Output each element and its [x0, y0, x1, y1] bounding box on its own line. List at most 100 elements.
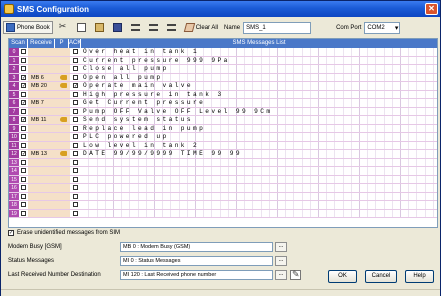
grid-row[interactable]: 7 Pump OFF Valve OFF Level 99 9Cm	[9, 107, 437, 116]
grid-row[interactable]: 14	[9, 167, 437, 176]
receive-address-cell[interactable]	[28, 124, 56, 132]
grid-row[interactable]: 18	[9, 201, 437, 210]
receive-address-cell[interactable]: MB 13	[28, 150, 56, 158]
receive-checkbox[interactable]: ✓	[21, 100, 26, 106]
receive-address-cell[interactable]	[28, 133, 56, 141]
ack-checkbox[interactable]	[73, 168, 78, 174]
receive-checkbox[interactable]	[21, 193, 26, 199]
erase-checkbox[interactable]: ✓	[8, 230, 14, 236]
message-cell[interactable]: DATE 99/99/9999 TIME 99 99	[81, 150, 437, 158]
row-number[interactable]: 13	[9, 158, 19, 166]
delete-row-button[interactable]	[146, 21, 161, 34]
p-cell[interactable]	[56, 201, 70, 209]
receive-address-cell[interactable]	[28, 107, 56, 115]
ack-checkbox[interactable]	[73, 134, 78, 140]
receive-checkbox[interactable]: ✓	[21, 83, 26, 89]
grid-row[interactable]: 0 Over heat in tank 1	[9, 48, 437, 57]
grid-row[interactable]: 2 Close all pump	[9, 65, 437, 74]
move-row-button[interactable]	[164, 21, 179, 34]
message-cell[interactable]: Pump OFF Valve OFF Level 99 9Cm	[81, 107, 437, 115]
message-cell[interactable]: Replace lead in pump	[81, 124, 437, 132]
ack-checkbox[interactable]	[73, 159, 78, 165]
receive-checkbox[interactable]: ✓	[21, 117, 26, 123]
receive-checkbox[interactable]: ✓	[21, 151, 26, 157]
ack-checkbox[interactable]	[73, 185, 78, 191]
edit-icon[interactable]	[290, 269, 301, 280]
ok-button[interactable]: OK	[328, 270, 357, 283]
p-cell[interactable]	[56, 150, 70, 158]
receive-checkbox[interactable]	[21, 57, 26, 63]
receive-address-cell[interactable]: MB 6	[28, 73, 56, 81]
ack-checkbox[interactable]	[73, 57, 78, 63]
row-number[interactable]: 16	[9, 184, 19, 192]
grid-row[interactable]: 6 ✓ MB 7 Get Current pressure	[9, 99, 437, 108]
grid-row[interactable]: 5 High pressure in tank 3	[9, 90, 437, 99]
p-cell[interactable]	[56, 209, 70, 217]
row-number[interactable]: 12	[9, 150, 19, 158]
message-cell[interactable]: Over heat in tank 1	[81, 48, 437, 56]
grid-row[interactable]: 4 ✓ MB 20 ✓ Operate main valve	[9, 82, 437, 91]
modem-busy-field[interactable]: MB 0 : Modem Busy (GSM)	[120, 242, 273, 252]
row-number[interactable]: 9	[9, 124, 19, 132]
paste-button[interactable]	[92, 21, 107, 34]
message-cell[interactable]: High pressure in tank 3	[81, 90, 437, 98]
ack-checkbox[interactable]	[73, 49, 78, 55]
p-cell[interactable]	[56, 175, 70, 183]
message-cell[interactable]	[81, 158, 437, 166]
row-number[interactable]: 6	[9, 99, 19, 107]
row-number[interactable]: 18	[9, 201, 19, 209]
header-ack[interactable]: ACK	[69, 39, 81, 48]
ack-checkbox[interactable]	[73, 151, 78, 157]
ack-checkbox[interactable]	[73, 74, 78, 80]
ack-checkbox[interactable]	[73, 210, 78, 216]
row-number[interactable]: 19	[9, 209, 19, 217]
cancel-button[interactable]: Cancel	[365, 270, 397, 283]
receive-address-cell[interactable]	[28, 192, 56, 200]
message-cell[interactable]	[81, 167, 437, 175]
p-cell[interactable]	[56, 48, 70, 56]
p-cell[interactable]	[56, 107, 70, 115]
clear-all-button[interactable]: Clear All	[182, 21, 221, 34]
receive-checkbox[interactable]: ✓	[21, 74, 26, 80]
ack-checkbox[interactable]: ✓	[73, 83, 78, 89]
grid-row[interactable]: 11 Low level in tank 2	[9, 141, 437, 150]
receive-checkbox[interactable]	[21, 66, 26, 72]
grid-row[interactable]: 17	[9, 192, 437, 201]
ack-checkbox[interactable]	[73, 193, 78, 199]
receive-address-cell[interactable]	[28, 90, 56, 98]
grid-row[interactable]: 8 ✓ MB 11 Send system status	[9, 116, 437, 125]
grid-row[interactable]: 13	[9, 158, 437, 167]
message-cell[interactable]	[81, 209, 437, 217]
receive-checkbox[interactable]	[21, 142, 26, 148]
header-p[interactable]: P	[55, 39, 69, 48]
receive-address-cell[interactable]: MB 11	[28, 116, 56, 124]
row-number[interactable]: 15	[9, 175, 19, 183]
receive-checkbox[interactable]	[21, 49, 26, 55]
status-messages-field[interactable]: MI 0 : Status Messages	[120, 256, 273, 266]
grid-row[interactable]: 3 ✓ MB 6 Open all pump	[9, 73, 437, 82]
p-cell[interactable]	[56, 82, 70, 90]
row-number[interactable]: 14	[9, 167, 19, 175]
ack-checkbox[interactable]	[73, 100, 78, 106]
receive-address-cell[interactable]: MB 7	[28, 99, 56, 107]
ack-checkbox[interactable]	[73, 176, 78, 182]
p-cell[interactable]	[56, 90, 70, 98]
p-cell[interactable]	[56, 73, 70, 81]
close-button[interactable]: ✕	[425, 3, 438, 15]
receive-checkbox[interactable]	[21, 159, 26, 165]
row-number[interactable]: 17	[9, 192, 19, 200]
ack-checkbox[interactable]	[73, 108, 78, 114]
message-cell[interactable]: Close all pump	[81, 65, 437, 73]
receive-address-cell[interactable]	[28, 158, 56, 166]
row-number[interactable]: 0	[9, 48, 19, 56]
ack-checkbox[interactable]	[73, 66, 78, 72]
row-number[interactable]: 4	[9, 82, 19, 90]
erase-option[interactable]: ✓ Erase unidentified messages from SIM	[8, 230, 120, 236]
p-cell[interactable]	[56, 99, 70, 107]
p-cell[interactable]	[56, 116, 70, 124]
p-cell[interactable]	[56, 133, 70, 141]
ack-checkbox[interactable]	[73, 142, 78, 148]
grid-row[interactable]: 15	[9, 175, 437, 184]
grid-row[interactable]: 12 ✓ MB 13 DATE 99/99/9999 TIME 99 99	[9, 150, 437, 159]
message-cell[interactable]	[81, 175, 437, 183]
